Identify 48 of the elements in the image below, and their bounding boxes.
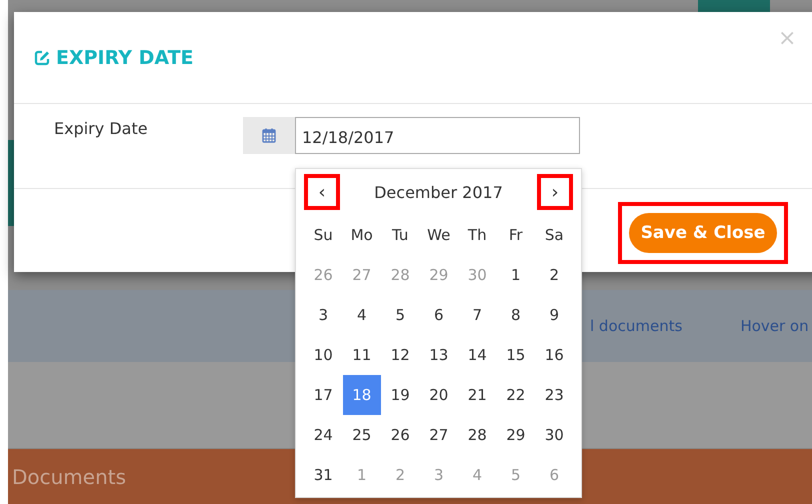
date-input[interactable]: 12/18/2017 [295,117,580,154]
day-cell[interactable]: 14 [458,335,496,375]
weekday-label: We [426,225,452,246]
day-cell[interactable]: 20 [420,375,458,415]
day-cell[interactable]: 13 [420,335,458,375]
weekday-label: Mo [350,225,374,246]
weekday-label: Fr [508,225,524,246]
day-cell[interactable]: 24 [304,415,342,455]
weekday-label: Th [466,225,488,246]
day-cell[interactable]: 21 [458,375,496,415]
day-cell[interactable]: 19 [381,375,420,415]
day-cell[interactable]: 10 [304,335,342,375]
month-label[interactable]: December 2017 [374,182,503,202]
day-cell[interactable]: 11 [342,335,381,375]
day-cell[interactable]: 3 [304,295,342,335]
day-cell[interactable]: 8 [496,295,535,335]
day-cell[interactable]: 15 [496,335,535,375]
day-cell[interactable]: 28 [458,415,496,455]
day-cell[interactable]: 23 [535,375,574,415]
calendar-addon[interactable] [243,117,295,154]
day-cell[interactable]: 31 [304,455,342,495]
modal-title: EXPIRY DATE [56,46,194,68]
weekday-label: Su [312,225,334,246]
day-cell[interactable]: 25 [342,415,381,455]
weekday-label: Tu [391,225,410,246]
field-label: Expiry Date [54,119,149,138]
previous-month-button[interactable]: ‹ [308,178,336,206]
day-cell[interactable]: 9 [535,295,574,335]
calendar-icon [262,128,276,143]
section-title: Documents [12,464,126,488]
day-cell[interactable]: 30 [535,415,574,455]
day-cell[interactable]: 7 [458,295,496,335]
day-cell[interactable]: 5 [381,295,420,335]
day-cell[interactable]: 17 [304,375,342,415]
day-cell[interactable]: 16 [535,335,574,375]
day-cell[interactable]: 29 [496,415,535,455]
day-cell[interactable]: 1 [496,255,535,295]
weekday-label: Sa [544,225,565,246]
day-cell[interactable]: 18 [342,375,381,415]
day-cell[interactable]: 4 [342,295,381,335]
day-cell[interactable]: 6 [420,295,458,335]
day-cell[interactable]: 27 [420,415,458,455]
day-cell[interactable]: 12 [381,335,420,375]
day-cell[interactable]: 26 [381,415,420,455]
next-month-button[interactable]: › [541,178,569,206]
day-cell[interactable]: 22 [496,375,535,415]
edit-icon [34,50,50,66]
day-cell[interactable]: 2 [535,255,574,295]
